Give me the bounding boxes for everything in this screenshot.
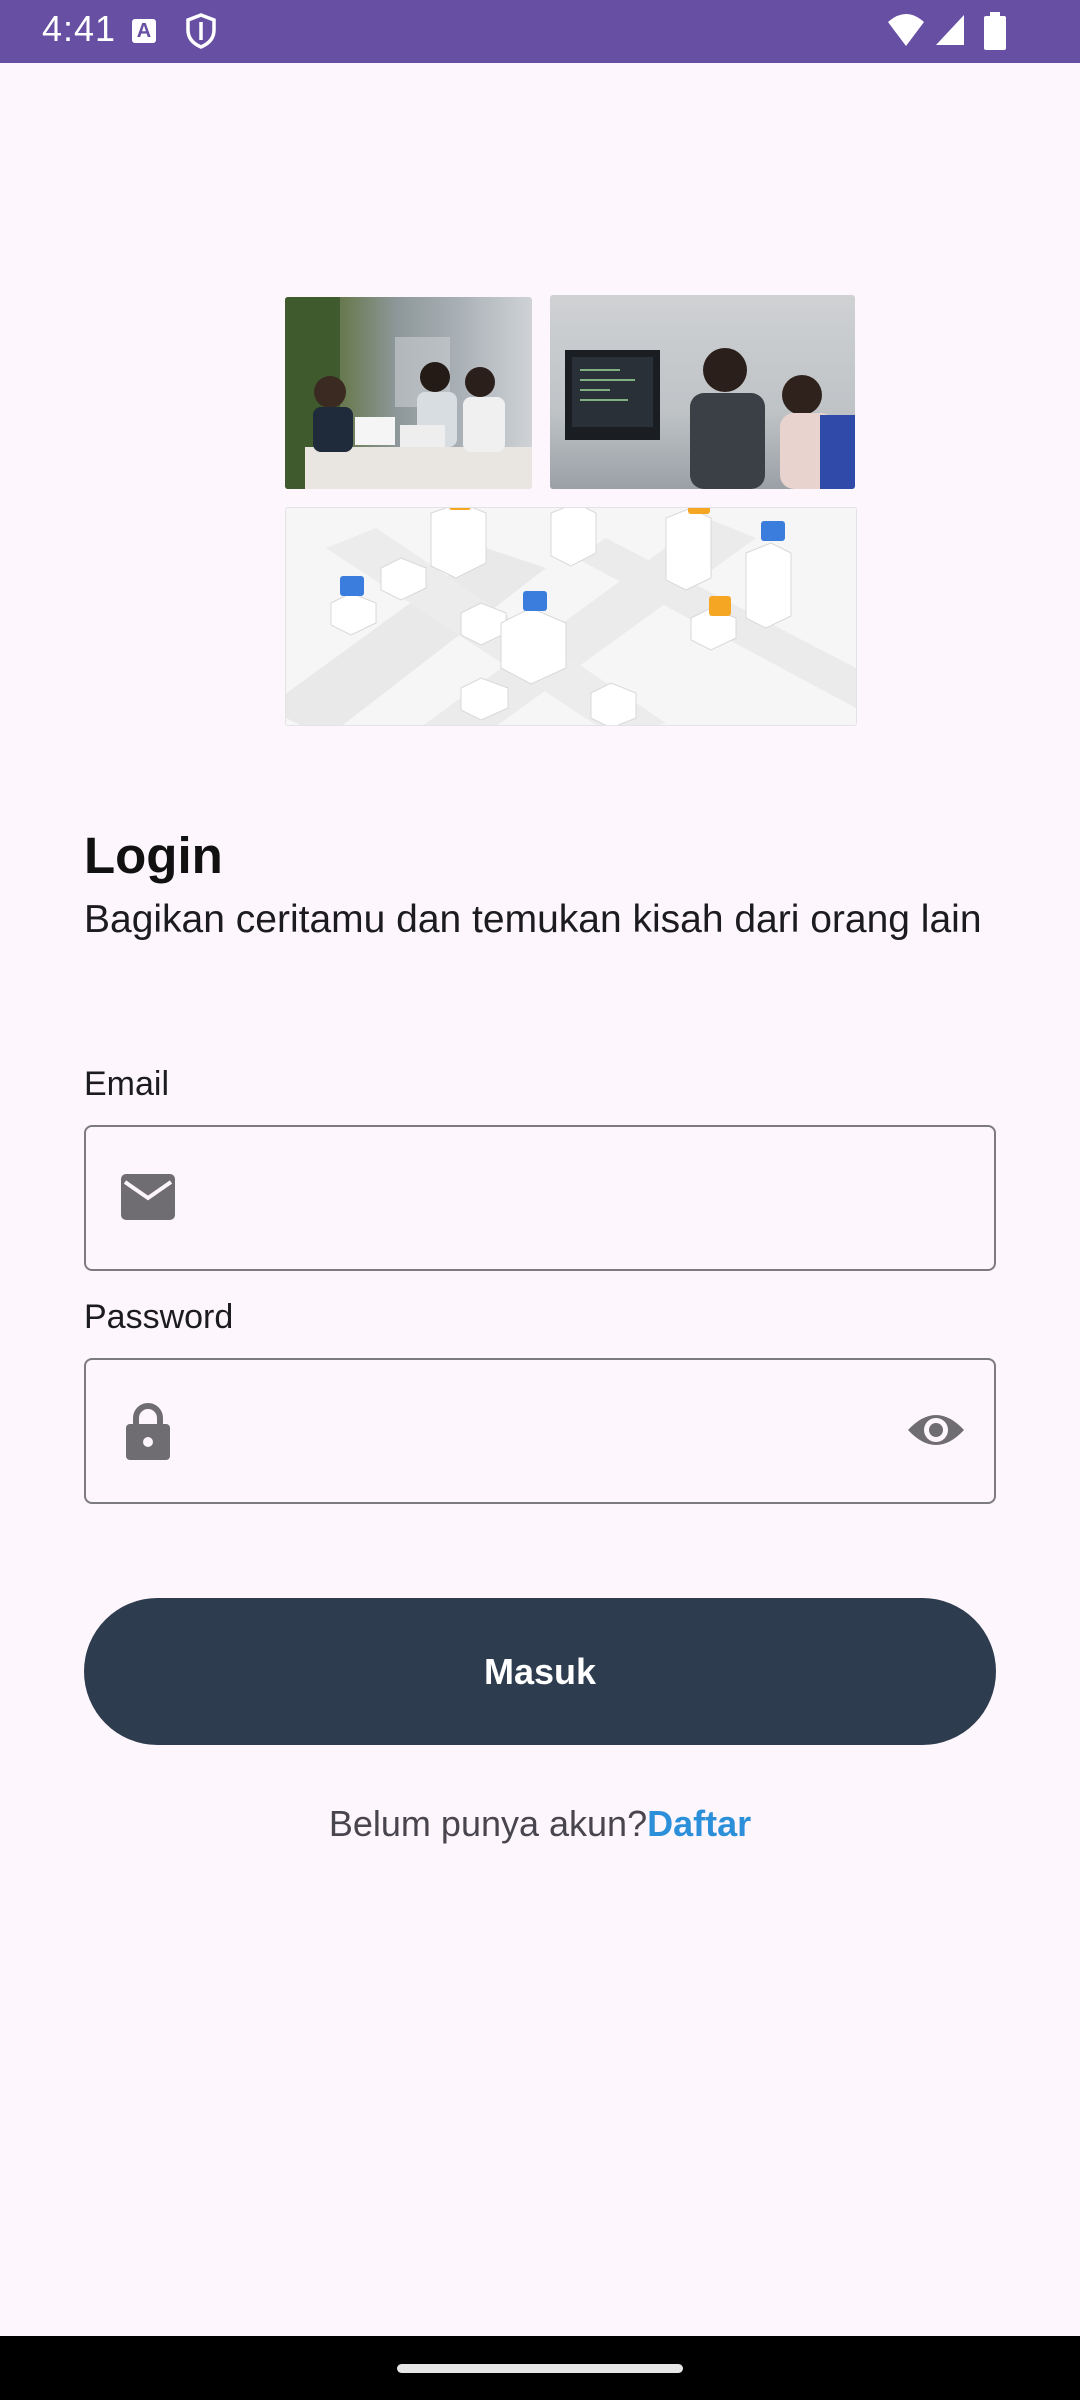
password-field[interactable]: [84, 1358, 996, 1504]
a-notification-icon: A: [132, 19, 156, 43]
email-input[interactable]: [196, 1127, 900, 1271]
presentation-photo: [550, 295, 855, 489]
lock-icon: [126, 1403, 170, 1460]
password-input[interactable]: [196, 1360, 900, 1504]
shield-icon: [186, 13, 216, 49]
register-link[interactable]: Daftar: [647, 1803, 751, 1844]
register-row: Belum punya akun?Daftar: [0, 1803, 1080, 1845]
meeting-photo: [285, 297, 532, 489]
wifi-icon: [888, 14, 924, 46]
battery-icon: [984, 12, 1006, 50]
eye-icon[interactable]: [906, 1410, 966, 1450]
home-gesture-handle[interactable]: [397, 2364, 683, 2373]
status-time: 4:41: [42, 8, 117, 49]
navigation-bar: [0, 2336, 1080, 2400]
register-prompt: Belum punya akun?: [328, 1803, 648, 1844]
login-button[interactable]: Masuk: [84, 1598, 996, 1745]
status-bar: 4:41 A: [0, 0, 1080, 63]
signal-icon: [936, 15, 964, 45]
page-title: Login: [84, 827, 223, 884]
isometric-city-map: [285, 507, 857, 726]
mail-icon: [121, 1174, 175, 1220]
email-label: Email: [84, 1065, 170, 1103]
email-field[interactable]: [84, 1125, 996, 1271]
hero-illustration: [285, 295, 857, 726]
page-subtitle: Bagikan ceritamu dan temukan kisah dari …: [84, 898, 982, 941]
password-label: Password: [84, 1298, 234, 1336]
